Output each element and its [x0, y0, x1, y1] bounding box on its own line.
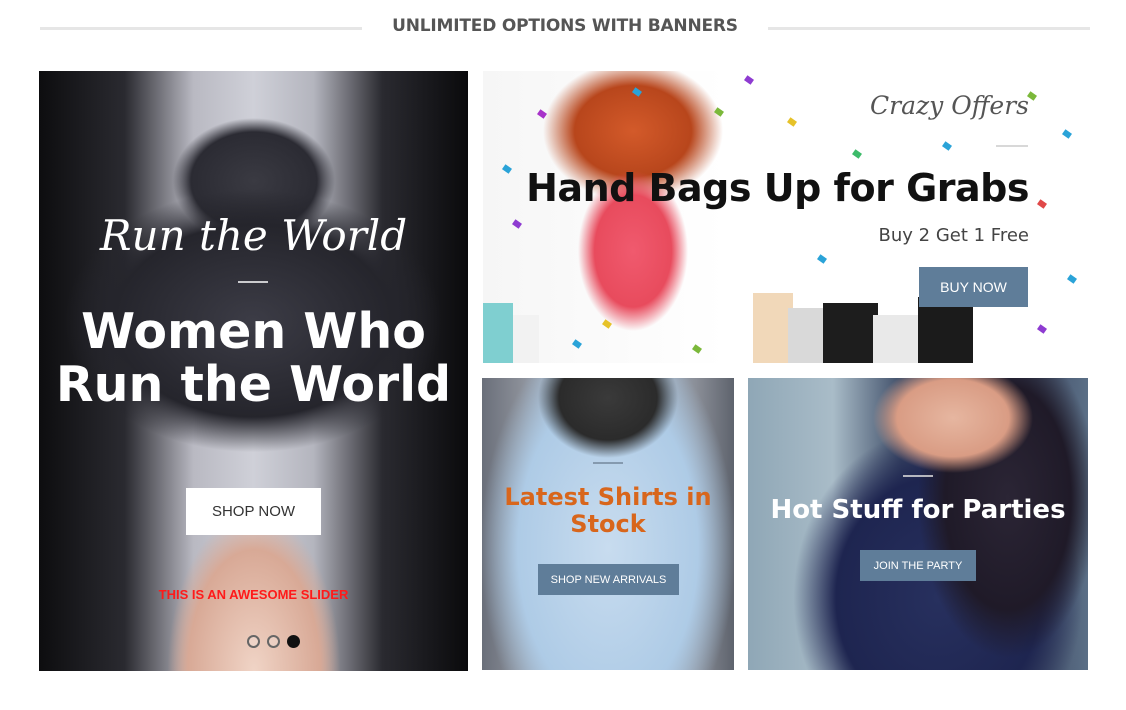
slider-divider: [238, 281, 268, 283]
confetti-piece: [692, 344, 702, 354]
handbags-heading: Hand Bags Up for Grabs: [526, 166, 1029, 210]
confetti-piece: [852, 149, 862, 159]
confetti-piece: [1037, 324, 1047, 334]
section-title: UNLIMITED OPTIONS WITH BANNERS: [392, 16, 738, 36]
confetti-piece: [787, 117, 797, 127]
parties-divider: [903, 475, 933, 477]
confetti-piece: [602, 319, 612, 329]
confetti-piece: [1067, 274, 1077, 284]
section-header: UNLIMITED OPTIONS WITH BANNERS: [40, 14, 1090, 42]
confetti-piece: [1062, 129, 1072, 139]
parties-banner[interactable]: Hot Stuff for Parties JOIN THE PARTY: [748, 378, 1088, 670]
parties-heading: Hot Stuff for Parties: [770, 495, 1066, 525]
shop-now-button[interactable]: SHOP NOW: [186, 488, 321, 535]
crazy-offers-script: Crazy Offers: [869, 91, 1029, 120]
slider-pagination: [247, 635, 300, 648]
section-rule-left: [40, 27, 362, 30]
shirts-banner[interactable]: Latest Shirts in Stock SHOP NEW ARRIVALS: [482, 378, 734, 670]
section-rule-right: [768, 27, 1090, 30]
handbags-banner[interactable]: Crazy Offers Hand Bags Up for Grabs Buy …: [483, 71, 1089, 363]
shirts-divider: [593, 462, 623, 464]
confetti-piece: [942, 141, 952, 151]
join-the-party-button[interactable]: JOIN THE PARTY: [860, 550, 976, 581]
slider-note: THIS IS AN AWESOME SLIDER: [158, 587, 349, 602]
confetti-piece: [502, 164, 512, 174]
slider-dot-3[interactable]: [287, 635, 300, 648]
confetti-piece: [714, 107, 724, 117]
slider-script-text: Run the World: [99, 211, 408, 260]
confetti-piece: [1037, 199, 1047, 209]
crazy-offers-divider: [996, 145, 1028, 147]
confetti-piece: [632, 87, 642, 97]
confetti-piece: [744, 75, 754, 85]
slider-dot-2[interactable]: [267, 635, 280, 648]
handbags-subheading: Buy 2 Get 1 Free: [878, 225, 1029, 246]
buy-now-button[interactable]: BUY NOW: [919, 267, 1028, 307]
bag-graphic: [483, 303, 513, 363]
bag-graphic: [513, 315, 539, 363]
shirts-heading: Latest Shirts in Stock: [504, 483, 712, 538]
slider-dot-1[interactable]: [247, 635, 260, 648]
hero-slider[interactable]: Run the World Women Who Run the World SH…: [39, 71, 468, 671]
shop-new-arrivals-button[interactable]: SHOP NEW ARRIVALS: [538, 564, 679, 595]
confetti-piece: [537, 109, 547, 119]
confetti-piece: [512, 219, 522, 229]
confetti-piece: [572, 339, 582, 349]
slider-heading: Women Who Run the World: [55, 303, 452, 413]
